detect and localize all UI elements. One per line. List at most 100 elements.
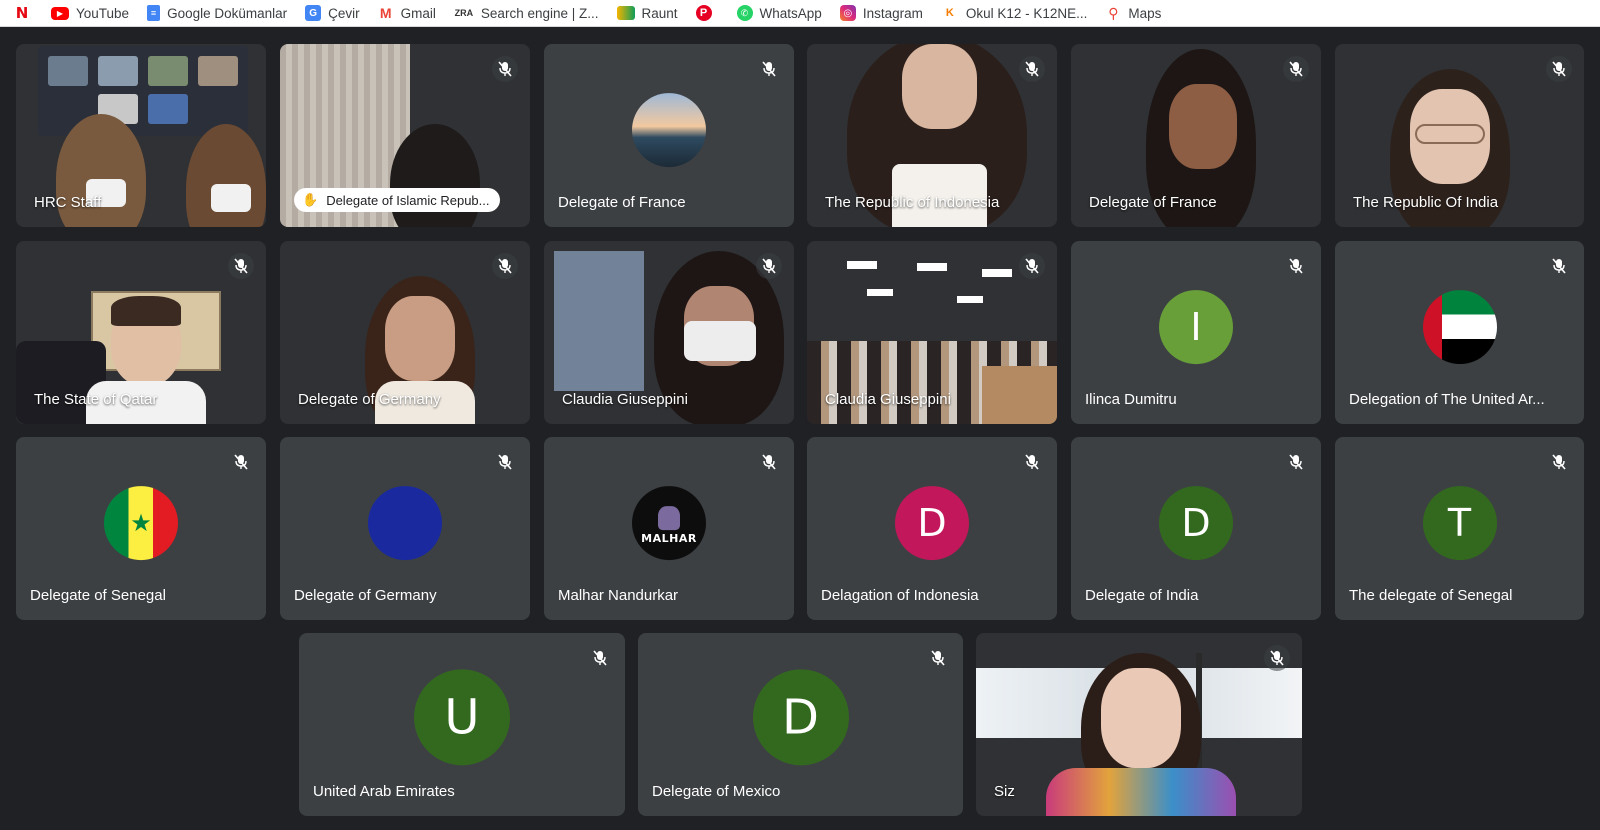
bookmark-label: WhatsApp [759, 5, 822, 21]
senegal-flag-avatar: ★ [104, 485, 178, 560]
zara-icon: ZRA [454, 8, 474, 18]
participant-tile[interactable]: D Delegate of Mexico [638, 633, 963, 816]
logo-text: MALHAR [641, 532, 697, 546]
bookmark-translate[interactable]: G Çevir [305, 0, 360, 26]
participant-tile[interactable]: Claudia Giuseppini [807, 241, 1057, 424]
participant-tile[interactable]: Delegate of France [1071, 44, 1321, 227]
initial-avatar: D [1159, 485, 1233, 560]
participant-tile[interactable]: D Delagation of Indonesia [807, 437, 1057, 620]
bookmark-k12[interactable]: K Okul K12 - K12NE... [941, 0, 1088, 26]
hair [111, 296, 181, 326]
bookmark-instagram[interactable]: ◎ Instagram [839, 0, 923, 26]
mic-off-icon [1546, 253, 1572, 279]
participant-name: Malhar Nandurkar [558, 587, 679, 604]
face [385, 296, 455, 381]
whatsapp-icon: ✆ [736, 5, 753, 21]
bookmark-youtube[interactable]: ▶ YouTube [51, 0, 130, 26]
instagram-icon: ◎ [839, 5, 856, 21]
mic-off-icon [1019, 56, 1045, 82]
mic-off-icon [1546, 449, 1572, 475]
face [1169, 84, 1237, 169]
participant-name: Delegate of France [558, 194, 686, 211]
bookmark-google-docs[interactable]: ≡ Google Dokümanlar [147, 0, 288, 26]
landscape-photo-avatar [632, 92, 706, 167]
participant-name: Delegate of Islamic Repub... [326, 192, 490, 208]
participant-name: Claudia Giuseppini [562, 391, 688, 408]
participant-name: United Arab Emirates [313, 783, 455, 800]
netflix-icon: N [15, 4, 29, 22]
participant-name: Ilinca Dumitru [1085, 391, 1177, 408]
participant-name: Delagation of Indonesia [821, 587, 979, 604]
google-translate-icon: G [305, 5, 322, 21]
participant-name: Claudia Giuseppini [825, 391, 951, 408]
bookmark-pinterest[interactable]: P [695, 0, 719, 26]
participant-tile[interactable]: The Republic of Indonesia [807, 44, 1057, 227]
pinterest-icon: P [695, 5, 712, 21]
bookmark-maps[interactable]: ⚲ Maps [1105, 0, 1162, 26]
participant-tile[interactable]: ★ Delegate of Senegal [16, 437, 266, 620]
bookmark-gmail[interactable]: M Gmail [378, 0, 436, 26]
face-mask [211, 184, 251, 212]
participant-name: Delegate of France [1089, 194, 1217, 211]
participant-name-pill: ✋ Delegate of Islamic Repub... [294, 188, 500, 212]
bookmark-raunt[interactable]: Raunt [616, 0, 678, 26]
raunt-icon [616, 6, 635, 20]
mic-off-icon [1546, 56, 1572, 82]
mic-off-icon [1283, 449, 1309, 475]
participant-tile[interactable]: D Delegate of India [1071, 437, 1321, 620]
k12-icon: K [945, 7, 954, 19]
participant-tile[interactable]: T The delegate of Senegal [1335, 437, 1584, 620]
participant-tile[interactable]: I Ilinca Dumitru [1071, 241, 1321, 424]
bookmark-label: Instagram [862, 5, 923, 21]
bookmarks-bar: N ▶ YouTube ≡ Google Dokümanlar G Çevir … [0, 0, 1600, 27]
mic-off-icon [1019, 449, 1045, 475]
glasses [1415, 124, 1485, 144]
self-view-tile[interactable]: Siz [976, 633, 1302, 816]
background-screen [38, 46, 248, 136]
participant-tile[interactable]: Delegate of France [544, 44, 794, 227]
bookmark-label: Çevir [328, 5, 360, 21]
participant-tile[interactable]: The Republic Of India [1335, 44, 1584, 227]
participant-name: Delegate of Germany [298, 391, 441, 408]
face [902, 44, 977, 129]
youtube-icon: ▶ [51, 6, 69, 20]
bookmark-whatsapp[interactable]: ✆ WhatsApp [736, 0, 822, 26]
mic-off-icon [1019, 253, 1045, 279]
blue-circle-avatar [368, 485, 442, 560]
participant-tile[interactable]: MALHAR Malhar Nandurkar [544, 437, 794, 620]
participant-tile[interactable]: The State of Qatar [16, 241, 266, 424]
maps-icon: ⚲ [1108, 4, 1119, 21]
bookmark-label: YouTube [76, 5, 130, 21]
participant-tile[interactable]: HRC Staff [16, 44, 266, 227]
google-docs-icon: ≡ [147, 5, 161, 21]
initial-avatar: I [1159, 289, 1233, 364]
participant-name: The Republic of Indonesia [825, 194, 1000, 211]
bookmark-search-engine[interactable]: ZRA Search engine | Z... [454, 0, 599, 26]
mic-off-icon [492, 253, 518, 279]
participant-tile[interactable]: Delegate of Germany [280, 241, 530, 424]
mic-off-icon [1264, 645, 1290, 671]
mic-off-icon [587, 645, 613, 671]
participant-tile[interactable]: Delegate of Germany [280, 437, 530, 620]
participant-tile[interactable]: ✋ Delegate of Islamic Repub... [280, 44, 530, 227]
bookmark-netflix[interactable]: N [14, 0, 37, 26]
bookmark-label: Google Dokümanlar [167, 5, 288, 21]
mic-off-icon [1283, 253, 1309, 279]
initial-avatar: D [895, 485, 969, 560]
bookmark-label: Raunt [641, 5, 678, 21]
participant-tile[interactable]: Claudia Giuseppini [544, 241, 794, 424]
participant-name: Delegate of Senegal [30, 587, 166, 604]
bookmark-label: Maps [1128, 5, 1162, 21]
wooden-benches [982, 366, 1057, 424]
participant-tile[interactable]: Delegation of The United Ar... [1335, 241, 1584, 424]
participant-name: Delegate of Mexico [652, 783, 781, 800]
mic-off-icon [492, 449, 518, 475]
participant-name: Delegation of The United Ar... [1349, 391, 1545, 408]
participant-tile[interactable]: U United Arab Emirates [299, 633, 625, 816]
bookmark-label: Search engine | Z... [480, 5, 599, 21]
mic-off-icon [1283, 56, 1309, 82]
uae-flag-avatar [1422, 289, 1497, 364]
initial-avatar: T [1422, 485, 1497, 560]
participant-name: The State of Qatar [34, 391, 158, 408]
participant-name: Delegate of Germany [294, 587, 437, 604]
